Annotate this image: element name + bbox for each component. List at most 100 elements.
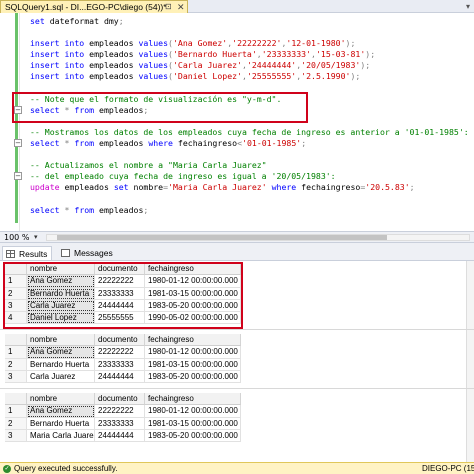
code-line[interactable]: insert into empleados values('Carla Juar… xyxy=(30,60,469,71)
table-cell[interactable]: Ana Gomez xyxy=(27,346,95,359)
code-line[interactable] xyxy=(30,149,469,160)
table-cell[interactable]: Carla Juarez xyxy=(27,370,95,384)
table-cell[interactable]: 1981-03-15 00:00:00.000 xyxy=(145,417,241,430)
status-message: Query executed successfully. xyxy=(14,464,118,473)
column-header[interactable]: documento xyxy=(95,393,145,406)
tab-messages[interactable]: Messages xyxy=(58,246,117,260)
table-cell[interactable]: Ana Gomez xyxy=(27,405,95,418)
code-line[interactable]: update empleados set nombre='Maria Carla… xyxy=(30,182,469,193)
results-pane[interactable]: nombre documento fechaingreso 1 Ana Gomez 222… xyxy=(0,261,474,462)
column-header[interactable]: documento xyxy=(95,334,145,347)
code-token: '24444444' xyxy=(246,60,297,71)
code-token: '2.5.1990' xyxy=(301,71,351,82)
code-line[interactable]: -- Mostramos los datos de los empleados … xyxy=(30,127,469,138)
column-header[interactable]: fechaingreso xyxy=(145,393,241,406)
table-cell[interactable]: 23333333 xyxy=(95,417,145,430)
code-token: 'Carla Juarez' xyxy=(172,60,242,71)
row-number[interactable]: 1 xyxy=(5,405,27,418)
code-token: ; xyxy=(118,16,124,26)
code-line[interactable]: -- del empleado cuya fecha de ingreso es… xyxy=(30,171,469,182)
code-token: fechaingreso xyxy=(296,182,361,193)
code-token: values xyxy=(138,38,169,49)
table-cell[interactable]: Bernardo Huerta xyxy=(27,417,95,430)
code-token: where xyxy=(271,182,297,193)
column-header[interactable]: nombre xyxy=(27,334,95,347)
code-token: ); xyxy=(350,71,361,82)
code-token: empleados xyxy=(94,204,144,215)
code-token: 'Bernardo Huerta' xyxy=(172,49,257,60)
code-token: '15-03-81' xyxy=(315,49,366,60)
code-token: '01-01-1985' xyxy=(242,138,302,149)
code-token: ); xyxy=(345,38,356,49)
annotation-highlight-box xyxy=(3,262,243,329)
close-icon[interactable]: ✕ xyxy=(177,1,185,13)
code-line[interactable] xyxy=(30,194,469,205)
grid-corner[interactable] xyxy=(5,393,27,406)
table-cell[interactable]: 1980-01-12 00:00:00.000 xyxy=(145,346,241,359)
code-token: '23333333' xyxy=(261,49,312,60)
code-line[interactable]: insert into empleados values('Bernardo H… xyxy=(30,49,469,60)
tab-messages-label: Messages xyxy=(74,248,113,258)
horizontal-scrollbar[interactable] xyxy=(46,234,470,241)
code-token: nombre xyxy=(128,182,164,193)
result-set-divider xyxy=(0,329,474,330)
code-token: select xyxy=(30,138,60,149)
table-cell[interactable]: 1983-05-20 00:00:00.000 xyxy=(145,370,241,384)
table-cell[interactable]: 1981-03-15 00:00:00.000 xyxy=(145,358,241,371)
table-cell[interactable]: 24444444 xyxy=(95,429,145,443)
zoom-level[interactable]: 100 % xyxy=(4,232,29,243)
tab-results-label: Results xyxy=(19,249,48,259)
code-token: insert into xyxy=(30,49,85,60)
code-token: insert into xyxy=(30,60,85,71)
zoom-bar: 100 % ▾ xyxy=(0,231,474,243)
table-cell[interactable]: 1983-05-20 00:00:00.000 xyxy=(145,429,241,443)
tab-sqlquery1[interactable]: SQLQuery1.sql - DI...EGO-PC\diego (54))*… xyxy=(0,0,188,13)
code-token: 'Ana Gomez' xyxy=(172,38,228,49)
grid-corner[interactable] xyxy=(5,334,27,347)
table-cell[interactable]: Bernardo Huerta xyxy=(27,358,95,371)
code-line[interactable]: select * from empleados where fechaingre… xyxy=(30,138,469,149)
code-token: empleados xyxy=(84,71,139,82)
code-token: ; xyxy=(409,182,415,193)
code-token: -- Mostramos los datos de los empleados … xyxy=(30,126,469,137)
server-name: DIEGO-PC (15.0 xyxy=(422,464,474,473)
code-line[interactable]: set dateformat dmy; xyxy=(30,16,469,27)
row-number[interactable]: 3 xyxy=(5,429,27,443)
collapse-icon[interactable]: − xyxy=(14,139,22,147)
table-cell[interactable]: 22222222 xyxy=(95,405,145,418)
row-number[interactable]: 1 xyxy=(5,346,27,359)
vertical-scrollbar[interactable] xyxy=(466,261,474,462)
table-cell[interactable]: 24444444 xyxy=(95,370,145,384)
table-cell[interactable]: 23333333 xyxy=(95,358,145,371)
messages-icon xyxy=(61,249,70,257)
code-token: from xyxy=(74,204,95,215)
column-header[interactable]: fechaingreso xyxy=(145,334,241,347)
collapse-icon[interactable]: − xyxy=(14,172,22,180)
row-number[interactable]: 2 xyxy=(5,358,27,371)
row-number[interactable]: 2 xyxy=(5,417,27,430)
column-header[interactable]: nombre xyxy=(27,393,95,406)
scrollbar-thumb[interactable] xyxy=(57,235,387,240)
query-editor[interactable]: − − − set dateformat dmy; insert into em… xyxy=(0,13,474,231)
status-bar: ✓ Query executed successfully. DIEGO-PC … xyxy=(0,462,474,474)
code-line[interactable]: insert into empleados values('Daniel Lop… xyxy=(30,71,469,82)
code-line[interactable]: insert into empleados values('Ana Gomez'… xyxy=(30,38,469,49)
row-number[interactable]: 3 xyxy=(5,370,27,384)
zoom-dropdown-icon[interactable]: ▾ xyxy=(34,232,38,243)
table-cell[interactable]: Maria Carla Juarez xyxy=(27,429,95,443)
code-token: empleados xyxy=(84,38,139,49)
code-token: dateformat dmy xyxy=(44,16,119,26)
pin-icon[interactable]: ⊡ xyxy=(165,1,172,13)
code-line[interactable]: -- Actualizamos el nombre a "Maria Carla… xyxy=(30,160,469,171)
code-line[interactable] xyxy=(30,27,469,38)
code-token: from xyxy=(74,138,95,149)
code-token: '20/05/1983' xyxy=(301,60,361,71)
code-token: values xyxy=(138,49,169,60)
code-line[interactable]: select * from empleados; xyxy=(30,205,469,216)
tab-results[interactable]: Results xyxy=(2,246,53,260)
tab-list-dropdown-icon[interactable]: ▾ xyxy=(466,0,470,13)
code-token: '20.5.83' xyxy=(365,182,410,193)
results-tab-bar: Results Messages xyxy=(0,243,474,261)
table-cell[interactable]: 22222222 xyxy=(95,346,145,359)
table-cell[interactable]: 1980-01-12 00:00:00.000 xyxy=(145,405,241,418)
